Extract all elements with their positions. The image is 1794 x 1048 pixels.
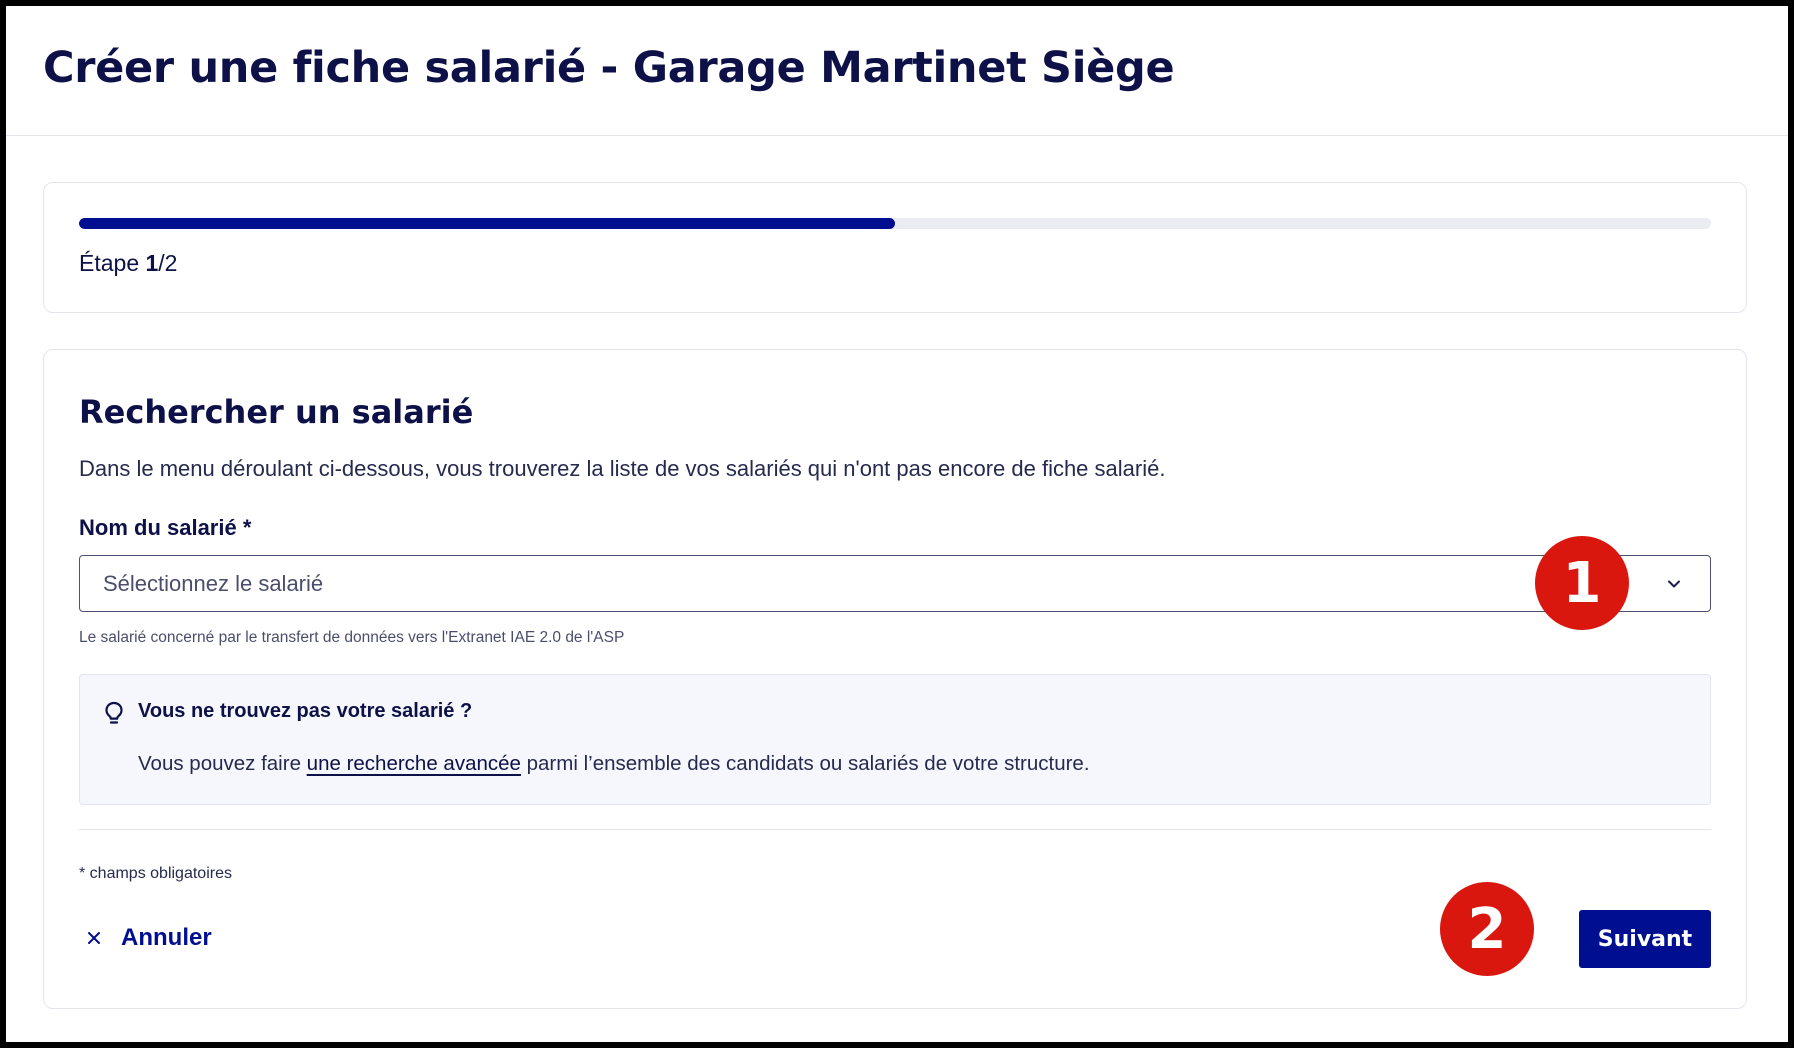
- info-text-before: Vous pouvez faire: [138, 752, 307, 775]
- progress-bar: [79, 218, 1711, 229]
- info-callout: Vous ne trouvez pas votre salarié ? Vous…: [79, 674, 1711, 805]
- page-header: Créer une fiche salarié - Garage Martine…: [6, 6, 1788, 136]
- annotation-badge-1: 1: [1535, 536, 1629, 630]
- divider: [79, 829, 1711, 830]
- required-fields-note: * champs obligatoires: [79, 865, 232, 882]
- section-description: Dans le menu déroulant ci-dessous, vous …: [79, 456, 1166, 481]
- progress-card: Étape 1/2: [43, 182, 1747, 313]
- employee-name-label: Nom du salarié *: [79, 515, 252, 540]
- step-prefix: Étape: [79, 250, 146, 276]
- step-total: /2: [158, 250, 178, 276]
- info-title: Vous ne trouvez pas votre salarié ?: [138, 700, 473, 722]
- cancel-label: Annuler: [121, 924, 212, 951]
- employee-select-hint: Le salarié concerné par le transfert de …: [79, 629, 625, 646]
- employee-select[interactable]: Sélectionnez le salarié: [79, 555, 1711, 612]
- next-button[interactable]: Suivant: [1579, 910, 1711, 968]
- annotation-badge-2: 2: [1440, 882, 1534, 976]
- section-title: Rechercher un salarié: [79, 393, 474, 431]
- chevron-down-icon: [1668, 580, 1680, 588]
- page-title: Créer une fiche salarié - Garage Martine…: [43, 42, 1175, 93]
- info-text: Vous pouvez faire une recherche avancée …: [138, 752, 1090, 776]
- page-frame: Créer une fiche salarié - Garage Martine…: [6, 6, 1788, 1042]
- step-indicator: Étape 1/2: [79, 250, 177, 277]
- info-text-after: parmi l’ensemble des candidats ou salari…: [520, 752, 1090, 775]
- employee-select-placeholder: Sélectionnez le salarié: [103, 570, 324, 596]
- lightbulb-icon: [105, 701, 123, 724]
- progress-bar-fill: [79, 218, 895, 229]
- close-icon: [88, 932, 100, 944]
- cancel-button[interactable]: Annuler: [79, 924, 212, 952]
- advanced-search-link[interactable]: une recherche avancée: [307, 752, 521, 775]
- step-current: 1: [145, 250, 159, 276]
